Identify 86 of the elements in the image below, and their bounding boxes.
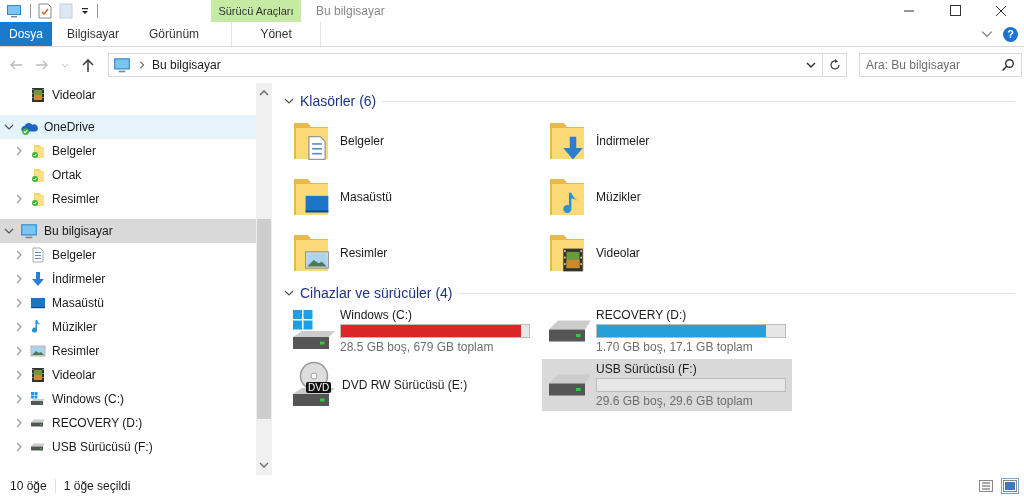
drive-item[interactable]: DVD DVD RW Sürücüsü (E:): [286, 359, 542, 411]
large-icons-view-icon[interactable]: [1002, 479, 1018, 493]
tree-item[interactable]: Müzikler: [0, 315, 256, 339]
tree-item[interactable]: OneDrive: [0, 115, 256, 139]
monitor-icon: [20, 222, 38, 240]
collapse-chevron-icon[interactable]: [284, 288, 294, 298]
file-tab[interactable]: Dosya: [0, 22, 52, 46]
ribbon-tab[interactable]: Yönet: [231, 22, 322, 46]
film-icon: [30, 367, 46, 383]
collapse-chevron-icon[interactable]: [284, 96, 294, 106]
chevron-icon[interactable]: [14, 346, 24, 356]
drive-capacity: 1.70 GB boş, 17.1 GB toplam: [596, 340, 754, 354]
chevron-icon[interactable]: [14, 274, 24, 284]
chevron-icon[interactable]: [4, 122, 14, 132]
scroll-up-icon[interactable]: [259, 89, 269, 97]
chevron-icon[interactable]: [4, 226, 14, 236]
dropdown-icon[interactable]: [80, 6, 90, 16]
chevron-icon[interactable]: [14, 298, 24, 308]
context-tab-group: Sürücü Araçları: [211, 0, 301, 22]
expand-ribbon-icon[interactable]: [981, 28, 993, 40]
drive-item[interactable]: RECOVERY (D:) 1.70 GB boş, 17.1 GB toplam: [542, 305, 792, 357]
tree-item[interactable]: Bu bilgisayar: [0, 219, 256, 243]
details-view-icon[interactable]: [978, 479, 994, 493]
chevron-icon[interactable]: [14, 194, 24, 204]
tree-item[interactable]: Resimler: [0, 339, 256, 363]
chevron-icon[interactable]: [14, 322, 24, 332]
folder-item[interactable]: Müzikler: [546, 169, 802, 225]
refresh-button[interactable]: [823, 53, 847, 77]
ribbon-tab[interactable]: Görünüm: [134, 22, 215, 46]
ribbon-tab[interactable]: Bilgisayar: [52, 22, 135, 46]
drive-capacity: 28.5 GB boş, 679 GB toplam: [340, 340, 495, 354]
address-dropdown-icon[interactable]: [806, 60, 816, 70]
drive-icon: [30, 419, 46, 427]
section-header[interactable]: Cihazlar ve sürücüler (4): [300, 285, 453, 301]
document-icon: [30, 247, 46, 263]
monitor-icon[interactable]: [5, 3, 23, 19]
drive-item[interactable]: Windows (C:) 28.5 GB boş, 679 GB toplam: [286, 305, 542, 357]
chevron-icon[interactable]: [14, 250, 24, 260]
item-count: 10 öğe: [10, 479, 47, 493]
folder-item[interactable]: Masaüstü: [290, 169, 546, 225]
tree-item[interactable]: Resimler: [0, 187, 256, 211]
selection-count: 1 öğe seçildi: [63, 479, 131, 493]
address-bar[interactable]: Bu bilgisayar: [108, 53, 823, 77]
down-arrow-icon: [30, 271, 46, 287]
monitor-icon: [112, 56, 132, 74]
tree-item[interactable]: Masaüstü: [0, 291, 256, 315]
tree-item[interactable]: Ortak: [0, 163, 256, 187]
scroll-thumb[interactable]: [257, 219, 271, 419]
scrollbar[interactable]: [256, 83, 272, 475]
search-icon[interactable]: [1001, 58, 1015, 72]
breadcrumb-chevron-icon[interactable]: [138, 61, 146, 69]
properties-icon[interactable]: [38, 3, 52, 19]
section-header[interactable]: Klasörler (6): [300, 93, 377, 109]
tree-item[interactable]: Videolar: [0, 363, 256, 387]
desktop-icon: [30, 295, 46, 311]
chevron-icon[interactable]: [14, 394, 24, 404]
scroll-down-icon[interactable]: [259, 461, 269, 469]
drive-icon: [30, 391, 46, 407]
folder-icon: [30, 167, 46, 183]
search-field[interactable]: Ara: Bu bilgisayar: [859, 53, 1022, 77]
chevron-icon[interactable]: [14, 418, 24, 428]
help-button[interactable]: ?: [1003, 26, 1018, 42]
folder-item[interactable]: Belgeler: [290, 113, 546, 169]
drive-icon: [30, 443, 46, 451]
tree-item[interactable]: Belgeler: [0, 139, 256, 163]
chevron-icon[interactable]: [14, 146, 24, 156]
folder-icon: [30, 191, 46, 207]
folder-item[interactable]: Resimler: [290, 225, 546, 281]
film-icon: [30, 87, 46, 103]
picture-icon: [30, 343, 46, 359]
folder-item[interactable]: Videolar: [546, 225, 802, 281]
drive-capacity: 29.6 GB boş, 29.6 GB toplam: [596, 394, 754, 408]
tree-item[interactable]: Windows (C:): [0, 387, 256, 411]
chevron-icon[interactable]: [14, 370, 24, 380]
chevron-icon[interactable]: [14, 442, 24, 452]
folder-item[interactable]: İndirmeler: [546, 113, 802, 169]
tree-item[interactable]: Belgeler: [0, 243, 256, 267]
tree-item[interactable]: USB Sürücüsü (F:): [0, 435, 256, 459]
up-arrow-icon[interactable]: [80, 57, 96, 73]
refresh-icon[interactable]: [827, 58, 842, 72]
window-title: Bu bilgisayar: [316, 4, 386, 18]
folder-icon: [30, 143, 46, 159]
drive-item[interactable]: USB Sürücüsü (F:) 29.6 GB boş, 29.6 GB toplam: [542, 359, 792, 411]
tree-item[interactable]: RECOVERY (D:): [0, 411, 256, 435]
tree-item[interactable]: Videolar: [0, 83, 256, 107]
tree-item[interactable]: İndirmeler: [0, 267, 256, 291]
